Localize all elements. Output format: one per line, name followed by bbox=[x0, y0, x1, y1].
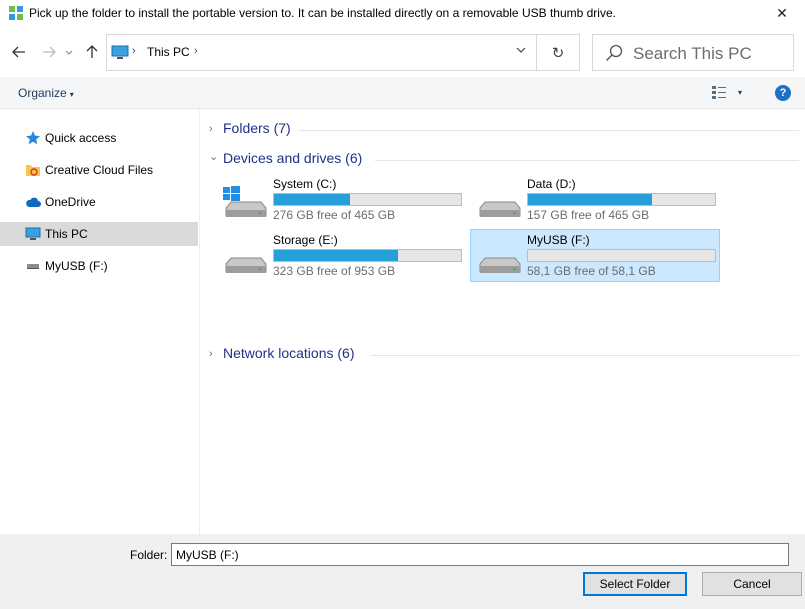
sidebar-item-onedrive[interactable]: OneDrive bbox=[0, 190, 198, 214]
drive-name: Data (D:) bbox=[527, 177, 576, 191]
hard-drive-icon bbox=[479, 257, 521, 273]
chevron-down-icon bbox=[65, 50, 73, 55]
chevron-down-icon[interactable]: ⌄ bbox=[209, 150, 218, 163]
hard-drive-icon bbox=[479, 201, 521, 217]
sidebar-item-quick-access[interactable]: Quick access bbox=[0, 126, 198, 150]
address-bar[interactable]: › This PC › bbox=[106, 34, 537, 71]
refresh-button[interactable]: ↻ bbox=[537, 34, 580, 71]
sidebar-item-label: Creative Cloud Files bbox=[45, 163, 154, 177]
hard-drive-icon bbox=[225, 257, 267, 273]
drive-name: System (C:) bbox=[273, 177, 337, 191]
sidebar-item-this-pc[interactable]: This PC bbox=[0, 222, 198, 246]
drive-item-myusb-f[interactable]: MyUSB (F:) 58,1 GB free of 58,1 GB bbox=[470, 229, 720, 282]
folder-name-input[interactable] bbox=[171, 543, 789, 566]
drive-usage-bar bbox=[527, 249, 716, 262]
view-caret-icon[interactable]: ▾ bbox=[738, 88, 742, 97]
drive-name: MyUSB (F:) bbox=[527, 233, 590, 247]
drive-usage-bar bbox=[527, 193, 716, 206]
caret-down-icon: ▾ bbox=[69, 90, 74, 99]
view-options-icon[interactable] bbox=[711, 85, 727, 101]
cloud-icon bbox=[25, 194, 41, 210]
search-input[interactable]: Search This PC bbox=[592, 34, 794, 71]
computer-icon bbox=[25, 226, 41, 242]
drive-item-system-c[interactable]: System (C:) 276 GB free of 465 GB bbox=[217, 174, 467, 227]
group-divider bbox=[299, 130, 799, 131]
drive-usage-bar bbox=[273, 249, 462, 262]
group-title: Folders (7) bbox=[223, 120, 291, 136]
group-header-network[interactable]: › Network locations (6) bbox=[201, 345, 805, 365]
drive-name: Storage (E:) bbox=[273, 233, 338, 247]
drive-usage-fill bbox=[274, 194, 350, 205]
search-placeholder[interactable]: Search This PC bbox=[633, 44, 752, 64]
dialog-footer: Folder: Select Folder Cancel bbox=[0, 534, 805, 609]
sidebar-item-label: This PC bbox=[45, 227, 88, 241]
windows-drive-icon bbox=[223, 186, 267, 217]
sidebar-item-label: MyUSB (F:) bbox=[45, 259, 108, 273]
drive-item-data-d[interactable]: Data (D:) 157 GB free of 465 GB bbox=[471, 174, 721, 227]
navigation-bar: › This PC › ↻ Search This PC bbox=[0, 27, 805, 77]
group-divider bbox=[375, 160, 799, 161]
window-title: Pick up the folder to install the portab… bbox=[29, 6, 616, 20]
help-icon[interactable]: ? bbox=[775, 85, 791, 101]
drive-free-space: 157 GB free of 465 GB bbox=[527, 208, 650, 222]
cancel-button[interactable]: Cancel bbox=[702, 572, 802, 596]
organize-label: Organize bbox=[18, 86, 67, 100]
computer-icon bbox=[111, 45, 129, 59]
select-folder-button[interactable]: Select Folder bbox=[583, 572, 687, 596]
title-bar: Pick up the folder to install the portab… bbox=[0, 0, 805, 27]
drive-free-space: 58,1 GB free of 58,1 GB bbox=[527, 264, 656, 278]
app-icon bbox=[9, 6, 23, 20]
group-title: Devices and drives (6) bbox=[223, 150, 363, 166]
arrow-up-icon bbox=[86, 45, 98, 58]
group-header-devices[interactable]: ⌄ Devices and drives (6) bbox=[201, 150, 805, 170]
breadcrumb-separator[interactable]: › bbox=[132, 45, 136, 57]
chevron-right-icon[interactable]: › bbox=[209, 123, 213, 135]
drive-free-space: 276 GB free of 465 GB bbox=[273, 208, 396, 222]
group-divider bbox=[371, 355, 799, 356]
breadcrumb-separator[interactable]: › bbox=[194, 45, 198, 57]
breadcrumb-this-pc[interactable]: This PC bbox=[147, 45, 190, 59]
arrow-right-icon bbox=[43, 46, 56, 58]
arrow-left-icon bbox=[12, 46, 25, 58]
back-button[interactable] bbox=[10, 43, 28, 61]
refresh-icon: ↻ bbox=[551, 44, 565, 62]
close-button[interactable]: ✕ bbox=[767, 3, 797, 23]
sidebar-item-creative-cloud[interactable]: Creative Cloud Files bbox=[0, 158, 198, 182]
command-toolbar: Organize ▾ ▾ ? bbox=[0, 77, 805, 109]
drive-free-space: 323 GB free of 953 GB bbox=[273, 264, 396, 278]
star-icon bbox=[25, 130, 41, 146]
up-button[interactable] bbox=[83, 43, 101, 61]
drive-usage-fill bbox=[528, 194, 652, 205]
folder-label: Folder: bbox=[130, 548, 168, 562]
group-header-folders[interactable]: › Folders (7) bbox=[201, 120, 805, 140]
close-icon: ✕ bbox=[776, 4, 788, 21]
creative-cloud-folder-icon bbox=[25, 162, 41, 178]
chevron-down-icon[interactable] bbox=[516, 47, 526, 53]
sidebar-item-myusb[interactable]: MyUSB (F:) bbox=[0, 254, 198, 278]
drive-usage-bar bbox=[273, 193, 462, 206]
search-icon bbox=[606, 44, 623, 61]
organize-menu-button[interactable]: Organize ▾ bbox=[18, 86, 74, 100]
recent-locations-button[interactable] bbox=[63, 43, 75, 61]
forward-button[interactable] bbox=[40, 43, 58, 61]
drive-usage-fill bbox=[274, 250, 398, 261]
drive-item-storage-e[interactable]: Storage (E:) 323 GB free of 953 GB bbox=[217, 230, 467, 283]
usb-drive-icon bbox=[25, 258, 41, 274]
chevron-right-icon[interactable]: › bbox=[209, 348, 213, 360]
group-title: Network locations (6) bbox=[223, 345, 355, 361]
file-list-pane: › Folders (7) ⌄ Devices and drives (6) S… bbox=[201, 110, 805, 534]
sidebar-item-label: OneDrive bbox=[45, 195, 96, 209]
navigation-pane: Quick access Creative Cloud Files OneDri… bbox=[0, 110, 200, 534]
sidebar-item-label: Quick access bbox=[45, 131, 117, 145]
